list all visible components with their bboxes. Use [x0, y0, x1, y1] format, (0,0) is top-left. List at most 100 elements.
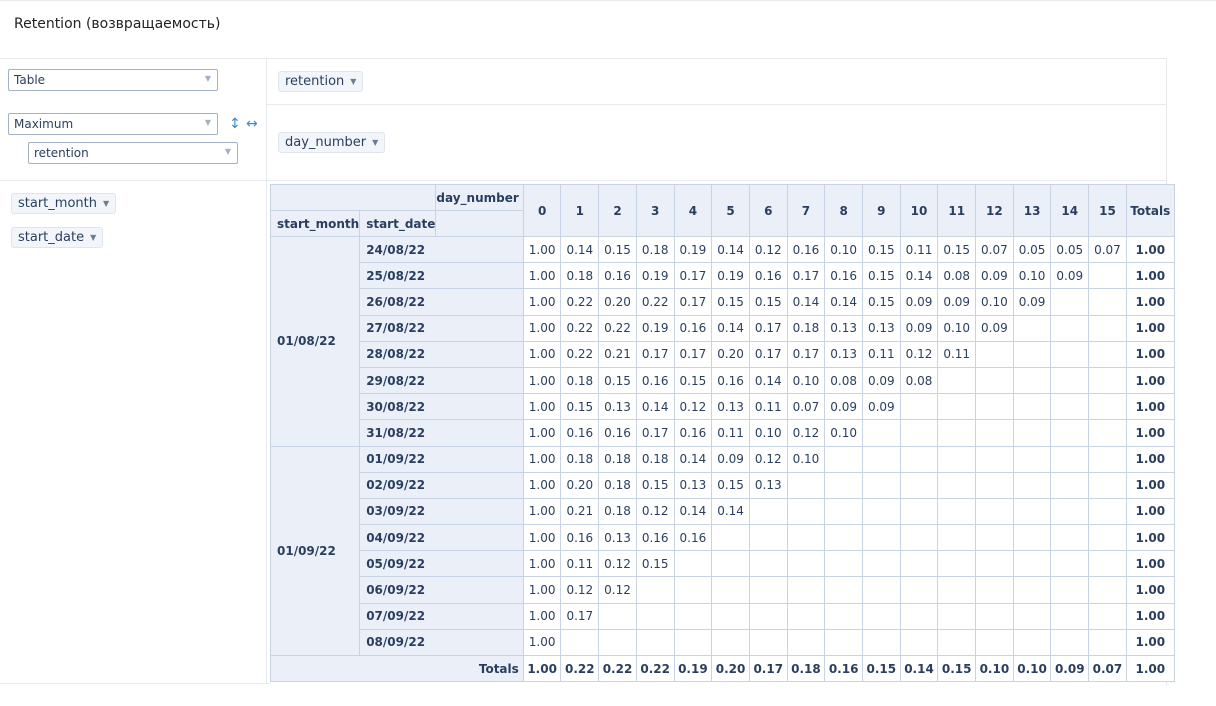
retention-cell: 0.17 [635, 340, 675, 368]
retention-cell [1050, 419, 1090, 447]
table-row: 07/09/22 1.00 0.17 1.00 [271, 602, 1175, 630]
retention-cell: 0.22 [635, 288, 675, 316]
retention-cell [1088, 471, 1127, 499]
retention-cell [1088, 419, 1127, 447]
table-row: 26/08/22 1.00 0.22 0.20 0.22 0.17 0.15 0.15 0.14… [271, 288, 1175, 316]
retention-cell: 0.14 [560, 235, 600, 264]
col-chip-day-number[interactable]: day_number ▼ [278, 132, 386, 153]
retention-cell [1050, 628, 1090, 657]
start-date-label: 27/08/22 [359, 314, 524, 342]
column-header: 13 [1012, 184, 1052, 237]
column-header: 0 [522, 184, 562, 237]
retention-cell: 0.09 [899, 288, 939, 316]
chevron-down-icon: ▼ [204, 74, 211, 83]
horizontal-divider-2 [0, 180, 1166, 181]
start-date-label: 05/09/22 [359, 550, 524, 578]
horizontal-divider-1 [266, 104, 1166, 105]
vertical-divider [266, 58, 267, 684]
retention-cell [975, 576, 1014, 604]
retention-cell: 0.16 [635, 524, 675, 552]
retention-cell: 0.18 [598, 445, 637, 473]
retention-cell [899, 628, 939, 657]
table-row: 31/08/22 1.00 0.16 0.16 0.17 0.16 0.11 0.10 0.12… [271, 419, 1175, 447]
retention-cell: 0.17 [635, 419, 675, 447]
renderer-select[interactable]: Table ▼ [8, 69, 218, 91]
retention-cell [975, 524, 1014, 552]
start-date-label: 28/08/22 [359, 340, 524, 368]
retention-cell [899, 550, 939, 578]
retention-cell: 0.20 [711, 340, 750, 368]
retention-cell: 0.22 [560, 288, 600, 316]
header-corner [269, 184, 437, 211]
retention-cell: 0.14 [673, 497, 713, 526]
column-total-cell: 0.22 [560, 654, 600, 683]
retention-cell: 0.12 [635, 497, 675, 526]
retention-cell [748, 550, 788, 578]
start-date-label: 31/08/22 [359, 419, 524, 447]
retention-cell: 0.18 [598, 497, 637, 526]
start-date-label: 25/08/22 [359, 262, 524, 290]
retention-cell [899, 497, 939, 526]
retention-cell [975, 550, 1014, 578]
retention-cell: 0.18 [598, 471, 637, 499]
retention-cell [635, 628, 675, 657]
retention-cell: 0.15 [598, 235, 637, 264]
retention-cell [861, 628, 901, 657]
row-chip-start-month[interactable]: start_month ▼ [11, 193, 117, 214]
retention-cell: 0.13 [711, 393, 750, 421]
chevron-down-icon: ▼ [102, 199, 110, 208]
table-row: 03/09/22 1.00 0.21 0.18 0.12 0.14 0.14 1.00 [271, 497, 1175, 526]
retention-cell: 0.08 [824, 366, 863, 395]
retention-cell: 0.13 [824, 340, 863, 368]
retention-cell [861, 524, 901, 552]
retention-cell [1012, 602, 1052, 630]
retention-cell [1050, 550, 1090, 578]
vals-chip-retention[interactable]: retention ▼ [278, 71, 364, 92]
row-chip-start-date[interactable]: start_date ▼ [11, 227, 104, 248]
aggregator-field-select[interactable]: retention ▼ [28, 142, 238, 164]
row-total-cell: 1.00 [1125, 314, 1175, 342]
retention-cell [1088, 393, 1127, 421]
retention-cell: 1.00 [522, 445, 562, 473]
start-date-label: 01/09/22 [359, 445, 524, 473]
retention-cell: 0.12 [748, 445, 788, 473]
start-date-label: 26/08/22 [359, 288, 524, 316]
table-row: 29/08/22 1.00 0.18 0.15 0.16 0.15 0.16 0.14 0.10… [271, 366, 1175, 395]
retention-cell: 0.18 [560, 262, 600, 290]
retention-cell: 1.00 [522, 314, 562, 342]
row-order-toggle-icon[interactable]: ↕ [229, 116, 241, 132]
aggregator-select-value: Maximum [14, 117, 74, 131]
retention-cell [824, 471, 863, 499]
retention-cell [1012, 524, 1052, 552]
retention-cell [1050, 445, 1090, 473]
table-row: 01/08/22 24/08/22 1.00 0.14 0.15 0.18 0.19 0.14… [269, 235, 1175, 447]
retention-cell [711, 524, 750, 552]
retention-cell [1088, 550, 1127, 578]
column-header: 5 [711, 184, 750, 237]
retention-cell: 0.10 [824, 235, 863, 264]
retention-cell: 0.11 [748, 393, 788, 421]
retention-cell: 0.12 [598, 576, 637, 604]
retention-cell: 0.12 [786, 419, 826, 447]
col-order-toggle-icon[interactable]: ↔ [246, 116, 258, 132]
retention-cell [1050, 471, 1090, 499]
table-row: 02/09/22 1.00 0.20 0.18 0.15 0.13 0.15 0.13 1.00 [271, 471, 1175, 499]
column-total-cell: 0.19 [673, 654, 713, 683]
column-total-cell: 0.10 [975, 654, 1014, 683]
table-row: 27/08/22 1.00 0.22 0.22 0.19 0.16 0.14 0.17 0.18… [271, 314, 1175, 342]
retention-cell: 0.17 [673, 262, 713, 290]
retention-cell [1012, 576, 1052, 604]
aggregator-select[interactable]: Maximum ▼ [8, 113, 218, 135]
retention-cell [861, 576, 901, 604]
row-chip-label: start_month [18, 196, 97, 211]
column-total-cell: 1.00 [522, 654, 562, 683]
retention-cell [1012, 445, 1052, 473]
retention-cell: 0.09 [861, 366, 901, 395]
retention-cell [1012, 628, 1052, 657]
retention-cell [975, 445, 1014, 473]
retention-cell: 0.14 [824, 288, 863, 316]
row-total-cell: 1.00 [1125, 340, 1175, 368]
totals-row-label: Totals [270, 654, 524, 683]
retention-cell: 0.15 [861, 288, 901, 316]
retention-cell [824, 497, 863, 526]
